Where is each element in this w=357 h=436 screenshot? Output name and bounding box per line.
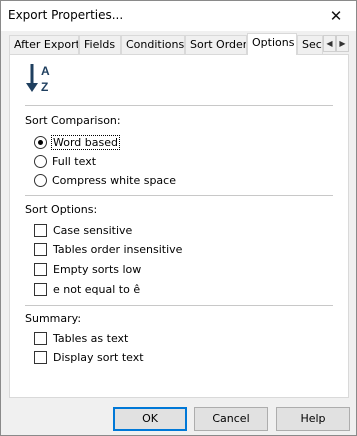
sort-options-label: Sort Options: xyxy=(25,203,98,216)
close-icon[interactable]: ✕ xyxy=(326,6,346,26)
window-title: Export Properties... xyxy=(8,8,124,22)
checkbox-case-sensitive[interactable]: Case sensitive xyxy=(34,221,132,239)
radio-compress-white-space-button[interactable] xyxy=(34,173,47,187)
checkbox-empty-sorts-low[interactable]: Empty sorts low xyxy=(34,260,141,278)
checkbox-tables-as-text-box[interactable] xyxy=(34,331,47,345)
export-properties-dialog: Export Properties... ✕ After Export Fiel… xyxy=(0,0,357,436)
checkbox-e-not-equal[interactable]: e not equal to ê xyxy=(34,280,140,298)
tab-scroll-left-icon[interactable]: ◀ xyxy=(323,35,336,52)
checkbox-case-sensitive-label: Case sensitive xyxy=(53,223,133,237)
checkbox-tables-as-text-label: Tables as text xyxy=(53,331,129,345)
help-button[interactable]: Help xyxy=(276,407,350,431)
tab-strip: After Export Fields Conditions Sort Orde… xyxy=(9,33,349,55)
checkbox-e-not-equal-label: e not equal to ê xyxy=(53,282,141,296)
tab-after-export[interactable]: After Export xyxy=(9,35,79,54)
divider xyxy=(25,195,333,196)
sort-ascending-icon: A Z xyxy=(26,64,50,94)
radio-word-based[interactable]: Word based xyxy=(34,133,120,151)
options-panel: A Z Sort Comparison: Word based Full tex… xyxy=(9,54,349,398)
checkbox-e-not-equal-box[interactable] xyxy=(34,282,47,296)
checkbox-tables-as-text[interactable]: Tables as text xyxy=(34,329,128,347)
checkbox-empty-sorts-low-label: Empty sorts low xyxy=(53,262,142,276)
sort-comparison-label: Sort Comparison: xyxy=(25,114,121,127)
checkbox-tables-order-insensitive-box[interactable] xyxy=(34,242,47,256)
tab-sec[interactable]: Sec xyxy=(297,35,323,54)
checkbox-empty-sorts-low-box[interactable] xyxy=(34,262,47,276)
checkbox-tables-order-insensitive[interactable]: Tables order insensitive xyxy=(34,240,182,258)
checkbox-display-sort-text-label: Display sort text xyxy=(53,350,144,364)
cancel-button[interactable]: Cancel xyxy=(194,407,268,431)
radio-word-based-button[interactable] xyxy=(34,135,47,149)
radio-full-text[interactable]: Full text xyxy=(34,152,96,170)
tab-options[interactable]: Options xyxy=(247,33,297,55)
checkbox-tables-order-insensitive-label: Tables order insensitive xyxy=(53,242,183,256)
checkbox-display-sort-text[interactable]: Display sort text xyxy=(34,348,144,366)
checkbox-case-sensitive-box[interactable] xyxy=(34,223,47,237)
radio-full-text-button[interactable] xyxy=(34,154,47,168)
radio-word-based-label: Word based xyxy=(51,134,120,150)
sort-icon-letter-a: A xyxy=(41,64,50,78)
sort-icon-letter-z: Z xyxy=(41,80,48,94)
radio-compress-white-space-label: Compress white space xyxy=(52,173,176,187)
divider xyxy=(25,105,333,106)
tab-conditions[interactable]: Conditions xyxy=(121,35,185,54)
radio-full-text-label: Full text xyxy=(52,154,97,168)
radio-compress-white-space[interactable]: Compress white space xyxy=(34,171,176,189)
tab-sort-order[interactable]: Sort Order xyxy=(185,35,247,54)
checkbox-display-sort-text-box[interactable] xyxy=(34,350,47,364)
tab-fields[interactable]: Fields xyxy=(79,35,121,54)
ok-button[interactable]: OK xyxy=(113,407,187,431)
title-bar: Export Properties... ✕ xyxy=(1,1,356,31)
tab-scroll-right-icon[interactable]: ▶ xyxy=(336,35,349,52)
divider xyxy=(25,305,333,306)
summary-label: Summary: xyxy=(25,312,82,325)
